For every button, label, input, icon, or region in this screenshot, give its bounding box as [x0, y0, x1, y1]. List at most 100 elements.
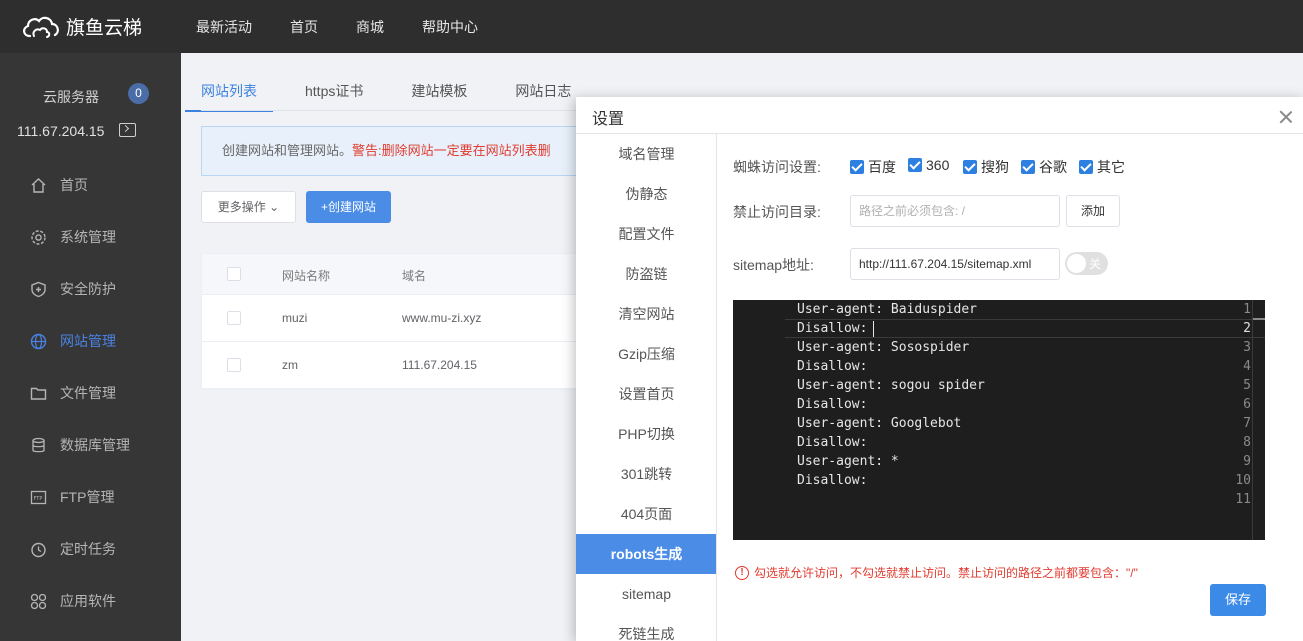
table-row[interactable]: zm 111.67.204.15 — [202, 342, 602, 389]
save-button[interactable]: 保存 — [1210, 584, 1266, 616]
forbid-dir-label: 禁止访问目录: — [733, 204, 821, 220]
code-line: Disallow: — [797, 397, 868, 412]
code-line: User-agent: * — [797, 454, 899, 469]
menu-rewrite[interactable]: 伪静态 — [576, 174, 716, 214]
check-icon — [1079, 160, 1093, 174]
sidebar-item-label: FTP管理 — [60, 489, 115, 505]
menu-hotlink[interactable]: 防盗链 — [576, 254, 716, 294]
clock-icon — [31, 542, 46, 557]
server-count-badge: 0 — [128, 83, 149, 104]
sidebar-item-ftp[interactable]: FTP FTP管理 — [30, 487, 114, 507]
top-nav: 最新活动 首页 商城 帮助中心 — [180, 17, 500, 37]
gear-icon — [31, 229, 46, 245]
site-name: muzi — [282, 311, 308, 325]
menu-301[interactable]: 301跳转 — [576, 454, 716, 494]
spider-360-label: 360 — [926, 157, 950, 173]
row-checkbox[interactable] — [227, 311, 241, 325]
top-bar: 旗鱼云梯 最新活动 首页 商城 帮助中心 — [0, 0, 1303, 53]
code-line: Disallow: — [797, 359, 868, 374]
menu-config[interactable]: 配置文件 — [576, 214, 716, 254]
menu-gzip[interactable]: Gzip压缩 — [576, 334, 716, 374]
robots-code-editor[interactable]: 1 User-agent: Baiduspider 2 Disallow: 3 User-… — [733, 300, 1265, 540]
site-domain: 111.67.204.15 — [402, 358, 477, 372]
toggle-label: 关 — [1089, 257, 1102, 271]
select-all-checkbox[interactable] — [227, 267, 241, 281]
sidebar-item-label: 系统管理 — [60, 229, 116, 245]
create-site-button[interactable]: +创建网站 — [306, 191, 391, 223]
spider-sogou-checkbox[interactable]: 搜狗 — [963, 157, 1009, 177]
sitemap-input[interactable] — [850, 248, 1060, 280]
app-name: 旗鱼云梯 — [66, 17, 143, 39]
ftp-icon: FTP — [30, 490, 47, 504]
spider-other-checkbox[interactable]: 其它 — [1079, 157, 1125, 177]
topnav-home[interactable]: 首页 — [290, 17, 318, 37]
terminal-icon[interactable] — [119, 123, 136, 137]
sidebar-item-apps[interactable]: 应用软件 — [30, 591, 116, 611]
sidebar-item-cron[interactable]: 定时任务 — [30, 539, 116, 559]
home-icon — [31, 177, 46, 193]
col-domain: 域名 — [402, 269, 427, 283]
code-line: User-agent: sogou spider — [797, 378, 985, 393]
sidebar-item-files[interactable]: 文件管理 — [30, 383, 116, 403]
shield-icon — [31, 281, 46, 297]
sidebar-item-system[interactable]: 系统管理 — [30, 227, 116, 247]
server-label[interactable]: 云服务器 — [43, 87, 99, 107]
sitemap-toggle[interactable]: 关 — [1065, 252, 1108, 275]
tab-logs[interactable]: 网站日志 — [515, 81, 571, 112]
editor-scrollbar[interactable] — [1252, 300, 1253, 540]
globe-icon — [30, 333, 47, 349]
add-button[interactable]: 添加 — [1066, 195, 1120, 227]
menu-domain[interactable]: 域名管理 — [576, 134, 716, 174]
check-icon — [850, 160, 864, 174]
menu-homepage[interactable]: 设置首页 — [576, 374, 716, 414]
sidebar-item-home[interactable]: 首页 — [30, 175, 88, 195]
table-row[interactable]: muzi www.mu-zi.xyz — [202, 295, 602, 342]
dialog-title: 设置 — [592, 111, 625, 128]
sidebar-item-security[interactable]: 安全防护 — [30, 279, 116, 299]
more-actions-button[interactable]: 更多操作 ⌄ — [201, 191, 296, 223]
more-actions-label: 更多操作 — [217, 200, 266, 214]
menu-deadlink[interactable]: 死链生成 — [576, 614, 716, 641]
notice-text: 创建网站和管理网站。 — [222, 143, 353, 158]
tab-https[interactable]: https证书 — [305, 81, 363, 112]
sidebar-item-website[interactable]: 网站管理 — [30, 331, 116, 351]
site-tabs: 网站列表 https证书 建站模板 网站日志 — [185, 81, 619, 112]
tab-site-list[interactable]: 网站列表 — [185, 81, 273, 112]
close-icon[interactable] — [1279, 110, 1293, 124]
sidebar-item-label: 首页 — [60, 177, 88, 193]
topnav-latest[interactable]: 最新活动 — [196, 17, 252, 37]
row-checkbox[interactable] — [227, 358, 241, 372]
spider-360-checkbox[interactable]: 360 — [908, 157, 949, 173]
tab-divider — [201, 110, 601, 111]
spider-google-checkbox[interactable]: 谷歌 — [1021, 157, 1067, 177]
folder-icon — [30, 387, 47, 400]
line-number: 2 — [1243, 321, 1251, 336]
col-site-name: 网站名称 — [282, 269, 331, 283]
sidebar-item-database[interactable]: 数据库管理 — [30, 435, 130, 455]
warning-icon: ! — [735, 565, 749, 580]
code-line: Disallow: — [797, 321, 868, 336]
menu-404[interactable]: 404页面 — [576, 494, 716, 534]
database-icon — [32, 437, 45, 452]
tab-templates[interactable]: 建站模板 — [411, 81, 467, 112]
spider-baidu-checkbox[interactable]: 百度 — [850, 157, 896, 177]
menu-robots[interactable]: robots生成 — [576, 534, 716, 574]
line-number: 4 — [1243, 359, 1251, 374]
sitemap-label: sitemap地址: — [733, 257, 814, 273]
code-line: User-agent: Sosospider — [797, 340, 970, 355]
topnav-help[interactable]: 帮助中心 — [422, 17, 478, 37]
code-line: Disallow: — [797, 473, 868, 488]
sidebar: 云服务器 0 111.67.204.15 首页 系统管理 安全防护 网站管理 文… — [0, 53, 181, 641]
menu-sitemap[interactable]: sitemap — [576, 574, 716, 614]
line-number-gutter — [733, 300, 785, 540]
sidebar-item-label: 文件管理 — [60, 385, 116, 401]
spider-baidu-label: 百度 — [868, 159, 896, 175]
app-logo[interactable]: 旗鱼云梯 — [0, 12, 180, 42]
notice-banner: 创建网站和管理网站。警告:删除网站一定要在网站列表删 — [201, 126, 601, 176]
menu-clear-site[interactable]: 清空网站 — [576, 294, 716, 334]
settings-dialog: 设置 域名管理 伪静态 配置文件 防盗链 清空网站 Gzip压缩 设置首页 PH… — [576, 97, 1303, 641]
cloud-logo-icon — [23, 16, 59, 38]
topnav-store[interactable]: 商城 — [356, 17, 384, 37]
menu-php[interactable]: PHP切换 — [576, 414, 716, 454]
forbid-dir-input[interactable] — [850, 195, 1060, 227]
